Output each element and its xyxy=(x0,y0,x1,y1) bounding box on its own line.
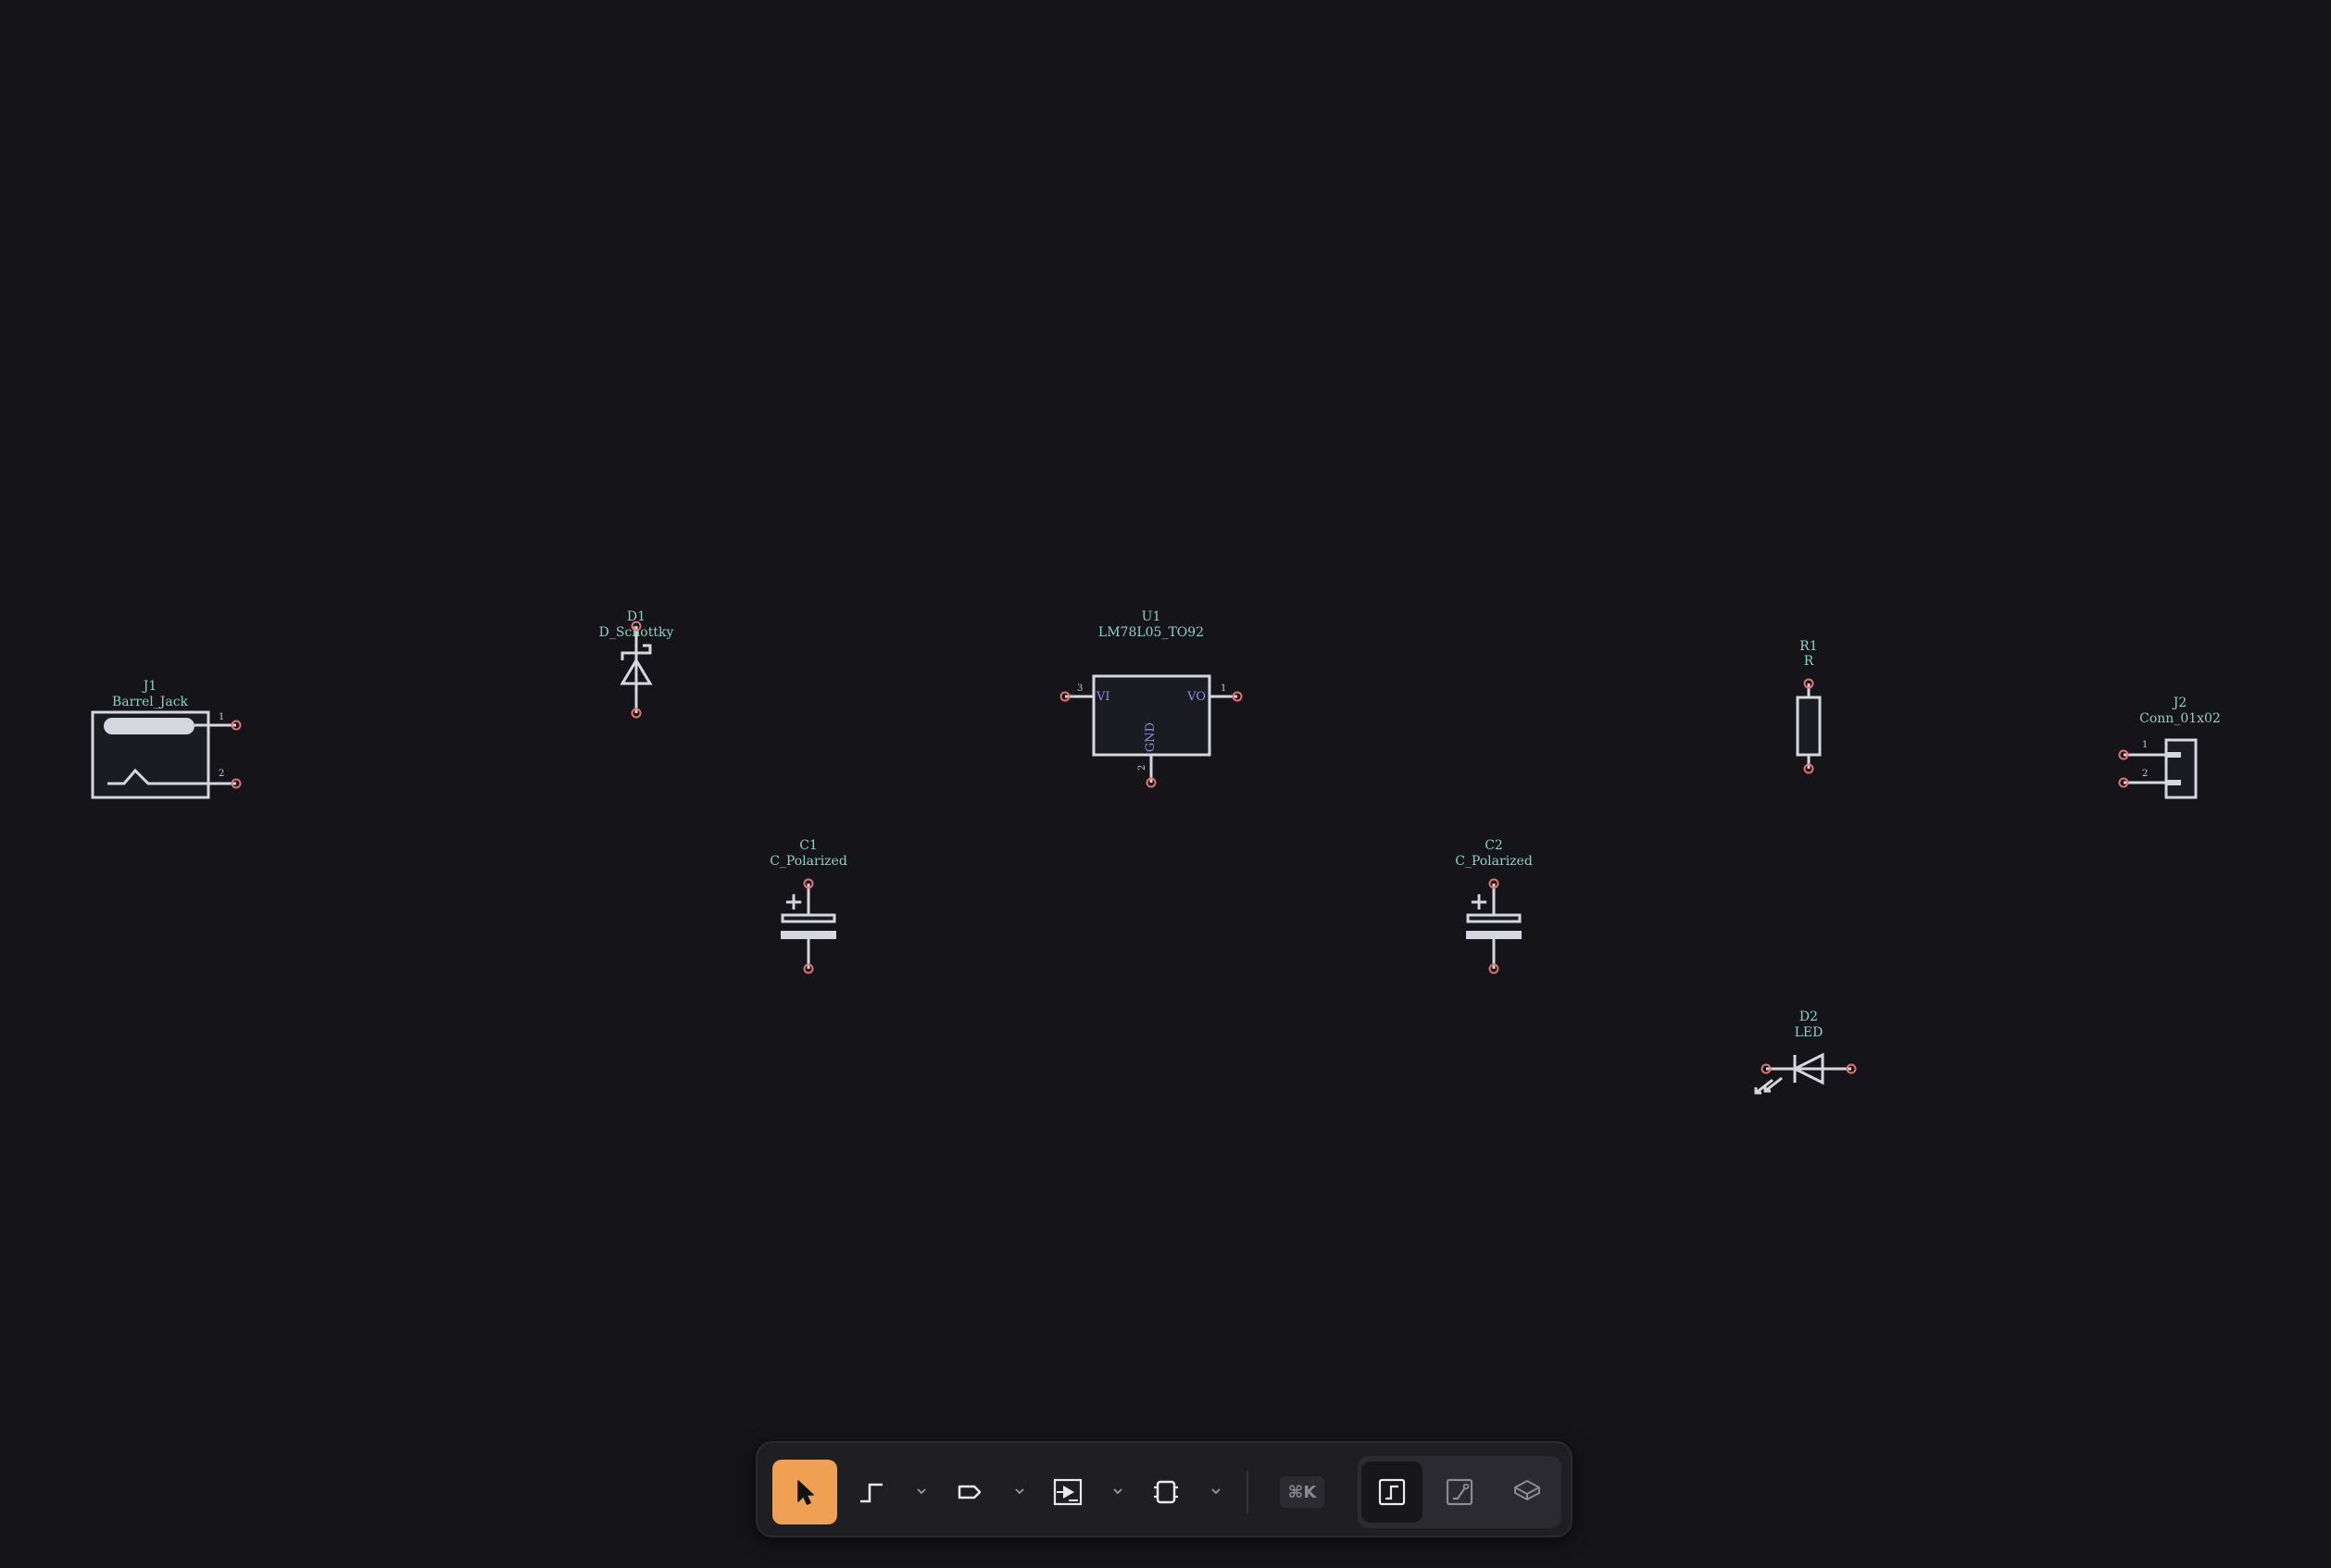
view-mode-switcher xyxy=(1358,1456,1561,1528)
chevron-down-icon xyxy=(917,1488,926,1495)
d2-value: LED xyxy=(1795,1025,1823,1040)
j1-pin2-number: 2 xyxy=(219,769,224,779)
place-symbol-dropdown[interactable] xyxy=(1108,1480,1128,1502)
c1-negative-plate xyxy=(781,931,836,939)
u1-reference: U1 xyxy=(1142,609,1161,624)
c1-positive-plate xyxy=(781,913,836,923)
3d-view-button[interactable] xyxy=(1497,1461,1558,1523)
u1-vo-label: VO xyxy=(1186,690,1206,704)
symbol-d1-schottky-diode[interactable]: D1 D_Schottky xyxy=(599,609,674,719)
chevron-down-icon xyxy=(1211,1488,1221,1495)
pcb-view-button[interactable] xyxy=(1429,1461,1490,1523)
j2-body xyxy=(2164,738,2198,799)
symbol-icon xyxy=(1053,1478,1083,1506)
j2-value: Conn_01x02 xyxy=(2139,711,2221,726)
command-palette-shortcut[interactable]: ⌘K xyxy=(1280,1476,1324,1508)
u1-pin1-number: 1 xyxy=(1221,684,1226,694)
symbol-j2-connector[interactable]: J2 Conn_01x02 1 2 xyxy=(2118,696,2221,799)
j2-pin2-number: 2 xyxy=(2142,769,2148,779)
u1-vi-label: VI xyxy=(1096,690,1110,704)
select-tool-button[interactable] xyxy=(772,1460,837,1524)
c2-negative-plate xyxy=(1466,931,1522,939)
place-symbol-button[interactable] xyxy=(1035,1460,1100,1524)
j1-barrel xyxy=(104,718,194,734)
symbol-u1-regulator[interactable]: U1 LM78L05_TO92 VI VO GND 3 1 2 xyxy=(1059,609,1243,788)
symbol-j1-barrel-jack[interactable]: J1 Barrel_Jack 1 2 xyxy=(91,679,242,799)
net-label-dropdown[interactable] xyxy=(1009,1480,1030,1502)
schematic-canvas[interactable]: J1 Barrel_Jack 1 2 D1 D_Schottky U1 LM78… xyxy=(0,0,2331,1568)
schematic-view-icon xyxy=(1378,1478,1406,1506)
d2-light-arrows xyxy=(1754,1076,1783,1095)
j2-reference: J2 xyxy=(2172,696,2187,710)
chevron-down-icon xyxy=(1113,1488,1122,1495)
toolbar-divider xyxy=(1247,1471,1248,1513)
symbol-d2-led[interactable]: D2 LED xyxy=(1754,1010,1857,1095)
u1-pin3-number: 3 xyxy=(1077,684,1083,694)
net-label-tool-button[interactable] xyxy=(937,1460,1002,1524)
wire-tool-button[interactable] xyxy=(839,1460,904,1524)
tool-palette: ⌘K xyxy=(756,1441,1573,1537)
c2-plus-sign: + xyxy=(1469,888,1489,916)
d2-reference: D2 xyxy=(1799,1010,1818,1024)
place-chip-dropdown[interactable] xyxy=(1206,1480,1226,1502)
r1-reference: R1 xyxy=(1799,639,1817,654)
j2-pin1-contact xyxy=(2166,752,2181,758)
j2-pin2-contact xyxy=(2166,780,2181,785)
cursor-arrow-icon xyxy=(797,1480,814,1505)
c2-reference: C2 xyxy=(1485,838,1503,853)
c2-value: C_Polarized xyxy=(1455,854,1533,869)
wire-tool-dropdown[interactable] xyxy=(911,1480,932,1502)
u1-gnd-label: GND xyxy=(1144,722,1158,752)
j1-pin1-number: 1 xyxy=(219,712,224,722)
net-label-icon xyxy=(958,1485,982,1499)
c1-reference: C1 xyxy=(799,838,818,853)
place-chip-button[interactable] xyxy=(1134,1460,1198,1524)
schematic-view-button[interactable] xyxy=(1361,1461,1422,1523)
c1-value: C_Polarized xyxy=(770,854,847,869)
c1-plus-sign: + xyxy=(783,888,804,916)
r1-value: R xyxy=(1804,654,1814,669)
j2-pin1-number: 1 xyxy=(2142,740,2148,750)
r1-body xyxy=(1796,696,1822,757)
j1-reference: J1 xyxy=(142,679,157,694)
j1-value: Barrel_Jack xyxy=(112,695,189,709)
symbol-c2-capacitor[interactable]: C2 C_Polarized + xyxy=(1455,838,1533,974)
wire-icon xyxy=(860,1483,883,1503)
u1-value: LM78L05_TO92 xyxy=(1098,625,1204,640)
3d-view-icon xyxy=(1514,1480,1540,1500)
u1-pin2-number: 2 xyxy=(1137,765,1147,771)
chip-icon xyxy=(1154,1480,1178,1504)
symbol-r1-resistor[interactable]: R1 R xyxy=(1796,639,1822,774)
c2-positive-plate xyxy=(1466,913,1522,923)
chevron-down-icon xyxy=(1015,1488,1024,1495)
symbol-c1-capacitor[interactable]: C1 C_Polarized + xyxy=(770,838,847,974)
pcb-view-icon xyxy=(1446,1478,1473,1506)
